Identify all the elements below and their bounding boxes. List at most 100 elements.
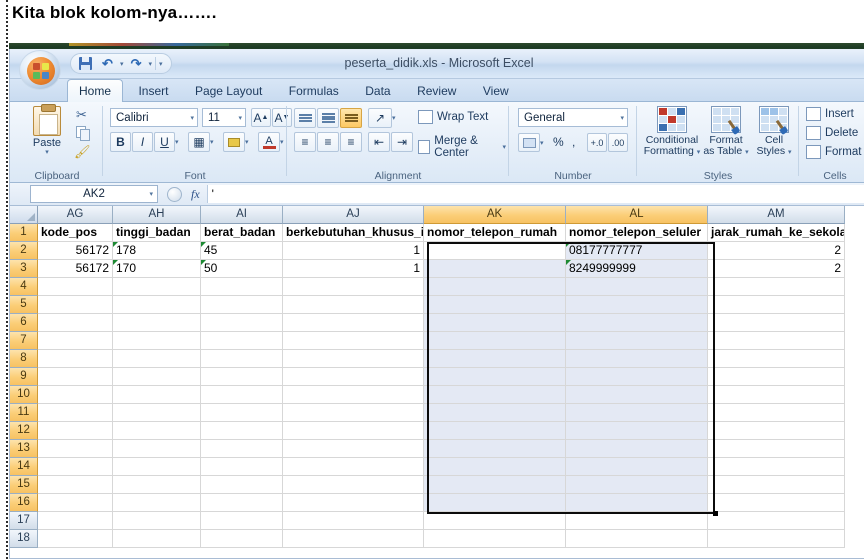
cell-AK11[interactable] [424, 404, 566, 422]
cell-AM14[interactable] [708, 458, 845, 476]
align-right-icon[interactable]: ≡ [340, 132, 362, 152]
cell-AI12[interactable] [201, 422, 283, 440]
cell-AG17[interactable] [38, 512, 113, 530]
cell-AH1[interactable]: tinggi_badan [113, 224, 201, 242]
cell-AK9[interactable] [424, 368, 566, 386]
cell-AJ16[interactable] [283, 494, 424, 512]
cell-AH10[interactable] [113, 386, 201, 404]
cell-AG8[interactable] [38, 350, 113, 368]
cell-AJ6[interactable] [283, 314, 424, 332]
cell-AI18[interactable] [201, 530, 283, 548]
cell-AL3[interactable]: 8249999999 [566, 260, 708, 278]
grow-font-icon[interactable]: A ▲ [251, 108, 271, 127]
cell-AG3[interactable]: 56172 [38, 260, 113, 278]
cell-AH6[interactable] [113, 314, 201, 332]
cell-AG13[interactable] [38, 440, 113, 458]
align-middle-icon[interactable] [317, 108, 339, 128]
cell-AJ18[interactable] [283, 530, 424, 548]
row-header-10[interactable]: 10 [10, 386, 38, 404]
merge-center-dropdown-icon[interactable]: ▾ [502, 143, 506, 151]
underline-dropdown-icon[interactable]: ▾ [175, 138, 179, 146]
delete-cells-button[interactable]: Delete [806, 126, 858, 140]
cell-AI3[interactable]: 50 [201, 260, 283, 278]
borders-icon[interactable]: ▦ [188, 132, 210, 152]
cell-AI2[interactable]: 45 [201, 242, 283, 260]
row-header-17[interactable]: 17 [10, 512, 38, 530]
cell-AJ8[interactable] [283, 350, 424, 368]
cell-AM15[interactable] [708, 476, 845, 494]
orientation-dropdown-icon[interactable]: ▾ [392, 114, 396, 122]
row-header-12[interactable]: 12 [10, 422, 38, 440]
decrease-indent-icon[interactable]: ⇤ [368, 132, 390, 152]
cell-AJ3[interactable]: 1 [283, 260, 424, 278]
cell-AM4[interactable] [708, 278, 845, 296]
cell-AL4[interactable] [566, 278, 708, 296]
paste-button[interactable]: Paste ▾ [24, 104, 70, 156]
cell-AL1[interactable]: nomor_telepon_seluler [566, 224, 708, 242]
align-bottom-icon[interactable] [340, 108, 362, 128]
cell-AG12[interactable] [38, 422, 113, 440]
column-header-AH[interactable]: AH [113, 206, 201, 224]
tab-home[interactable]: Home [67, 79, 124, 102]
font-name-combo[interactable]: Calibri ▾ [110, 108, 198, 127]
font-color-dropdown-icon[interactable]: ▾ [280, 138, 284, 146]
cell-AM6[interactable] [708, 314, 845, 332]
cell-AG2[interactable]: 56172 [38, 242, 113, 260]
cell-AJ12[interactable] [283, 422, 424, 440]
cell-AH5[interactable] [113, 296, 201, 314]
row-header-14[interactable]: 14 [10, 458, 38, 476]
accounting-dropdown-icon[interactable]: ▾ [540, 139, 544, 147]
cut-icon[interactable]: ✂ [76, 107, 93, 122]
font-size-combo[interactable]: 11 ▾ [202, 108, 246, 127]
cell-AL16[interactable] [566, 494, 708, 512]
cell-styles-dropdown-icon[interactable]: ▾ [788, 149, 792, 156]
conditional-formatting-button[interactable]: Conditional Formatting ▾ [642, 106, 702, 158]
formula-input[interactable]: ' [206, 185, 864, 203]
column-header-AM[interactable]: AM [708, 206, 845, 224]
cell-AL9[interactable] [566, 368, 708, 386]
row-header-11[interactable]: 11 [10, 404, 38, 422]
cell-AJ9[interactable] [283, 368, 424, 386]
number-format-combo[interactable]: General ▾ [518, 108, 628, 127]
cell-AK17[interactable] [424, 512, 566, 530]
cell-AK3[interactable] [424, 260, 566, 278]
cell-AI8[interactable] [201, 350, 283, 368]
cell-AI13[interactable] [201, 440, 283, 458]
cell-AH3[interactable]: 170 [113, 260, 201, 278]
shrink-font-icon[interactable]: A▼ [272, 108, 292, 127]
cell-AK7[interactable] [424, 332, 566, 350]
cell-AM5[interactable] [708, 296, 845, 314]
row-header-9[interactable]: 9 [10, 368, 38, 386]
insert-cells-button[interactable]: Insert [806, 107, 854, 121]
tab-page-layout[interactable]: Page Layout [184, 80, 273, 103]
cell-AJ15[interactable] [283, 476, 424, 494]
cell-AL14[interactable] [566, 458, 708, 476]
cell-AL5[interactable] [566, 296, 708, 314]
bold-icon[interactable]: B [110, 132, 131, 152]
tab-data[interactable]: Data [354, 80, 401, 103]
fill-handle[interactable] [713, 511, 718, 516]
cell-AK18[interactable] [424, 530, 566, 548]
row-header-15[interactable]: 15 [10, 476, 38, 494]
cell-AH16[interactable] [113, 494, 201, 512]
cell-AM2[interactable]: 2 [708, 242, 845, 260]
column-header-AG[interactable]: AG [38, 206, 113, 224]
cell-AG9[interactable] [38, 368, 113, 386]
name-box[interactable]: AK2 ▾ [30, 185, 158, 203]
cell-AH11[interactable] [113, 404, 201, 422]
cell-AG7[interactable] [38, 332, 113, 350]
cell-AG5[interactable] [38, 296, 113, 314]
cell-AM12[interactable] [708, 422, 845, 440]
cell-AL13[interactable] [566, 440, 708, 458]
cell-AM13[interactable] [708, 440, 845, 458]
align-left-icon[interactable]: ≡ [294, 132, 316, 152]
cell-AI14[interactable] [201, 458, 283, 476]
cell-AJ7[interactable] [283, 332, 424, 350]
cell-AJ4[interactable] [283, 278, 424, 296]
cell-AJ14[interactable] [283, 458, 424, 476]
row-header-5[interactable]: 5 [10, 296, 38, 314]
cell-AH13[interactable] [113, 440, 201, 458]
row-header-16[interactable]: 16 [10, 494, 38, 512]
row-header-7[interactable]: 7 [10, 332, 38, 350]
row-header-13[interactable]: 13 [10, 440, 38, 458]
